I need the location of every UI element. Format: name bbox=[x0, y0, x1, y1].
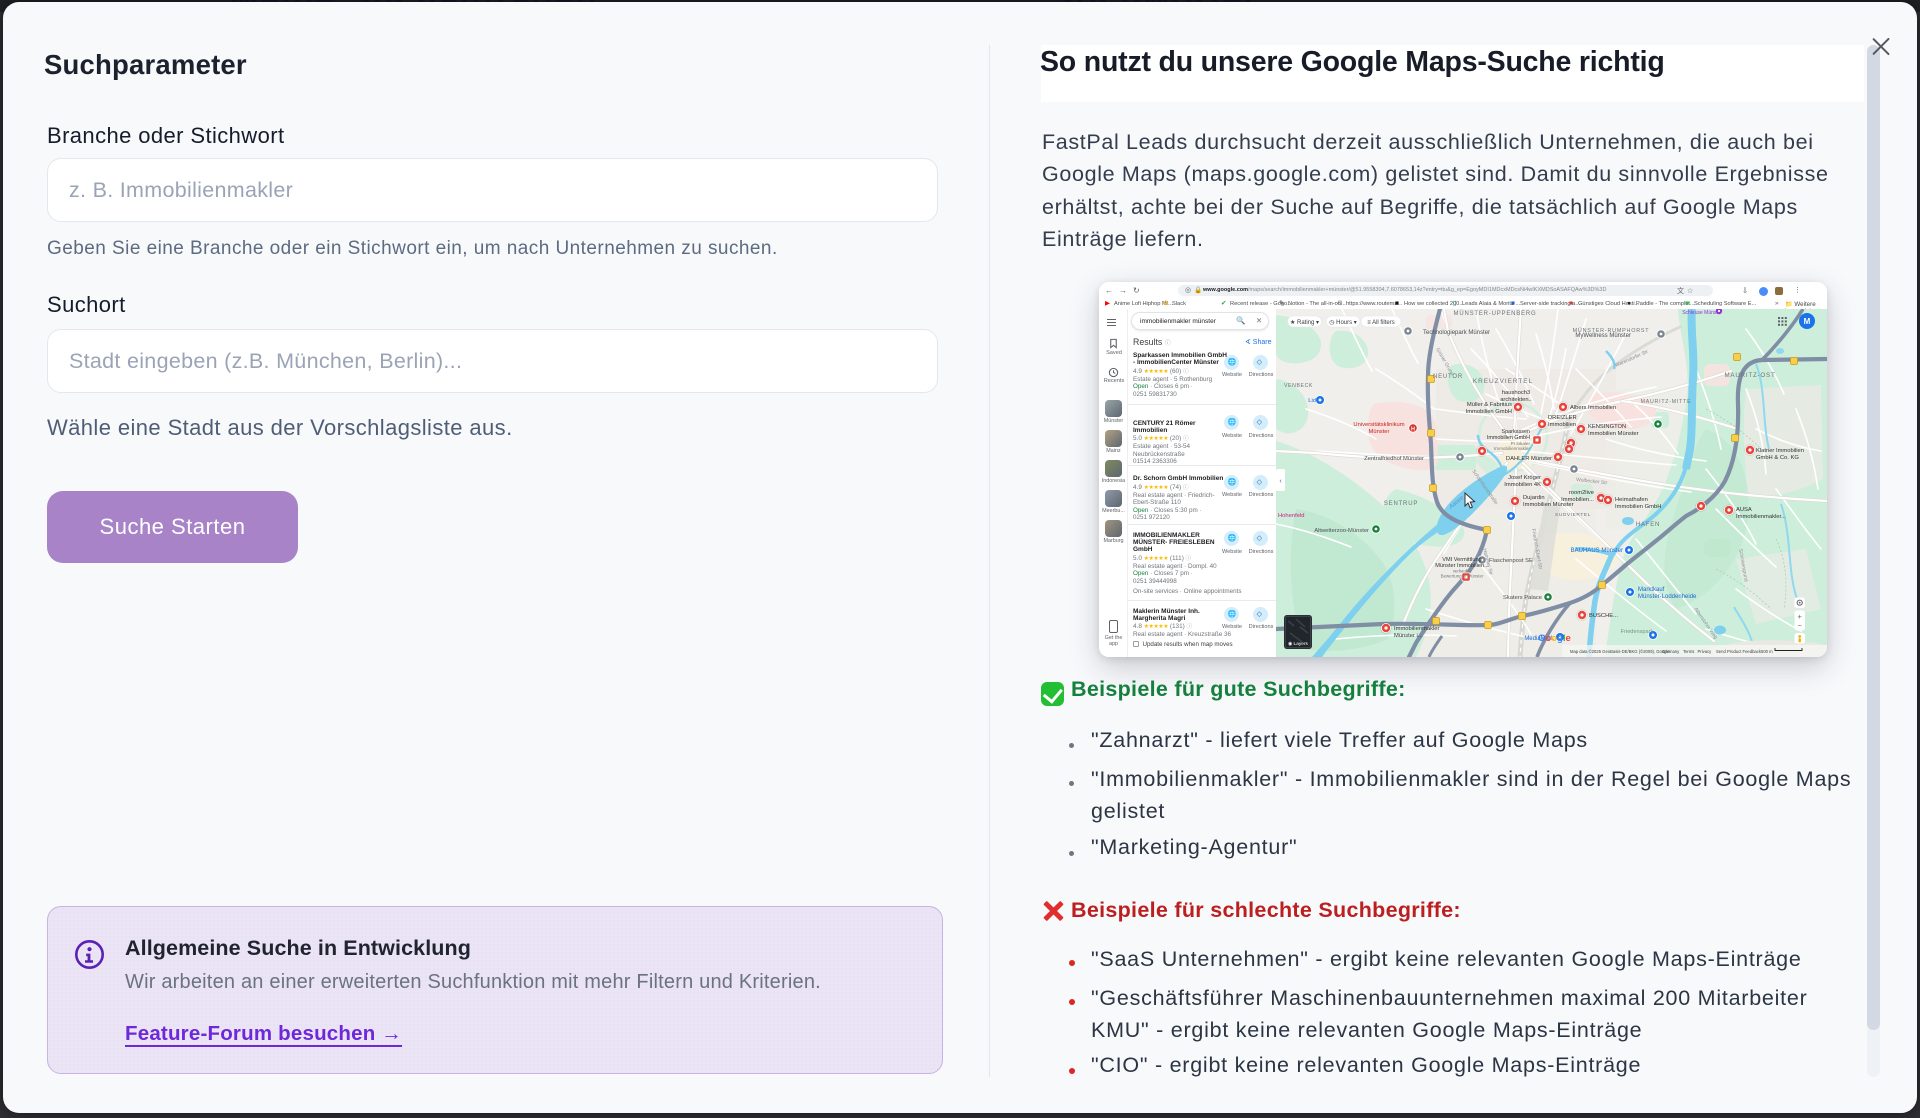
svg-text:BUSCHE...: BUSCHE... bbox=[1589, 613, 1618, 619]
svg-text:◉ Layers: ◉ Layers bbox=[1288, 641, 1309, 647]
svg-text:Technologiepark Münster: Technologiepark Münster bbox=[1423, 330, 1490, 336]
svg-text:SUDVIERTEL: SUDVIERTEL bbox=[1555, 512, 1591, 518]
svg-text:Hohenfeld: Hohenfeld bbox=[1278, 513, 1304, 519]
svg-text:KREUZVIERTEL: KREUZVIERTEL bbox=[1473, 378, 1533, 385]
svg-text:Terms: Terms bbox=[1683, 649, 1694, 654]
svg-text:MAURITZ-OST: MAURITZ-OST bbox=[1724, 372, 1775, 379]
svg-text:Send Product Feedback: Send Product Feedback bbox=[1716, 649, 1762, 654]
svg-text:Flaschenpost SE: Flaschenpost SE bbox=[1489, 558, 1533, 564]
svg-text:Albers Immobilien: Albers Immobilien bbox=[1570, 405, 1616, 411]
svg-text:Map data ©2025 GeoBasis-DE/BKG: Map data ©2025 GeoBasis-DE/BKG (©2009), … bbox=[1570, 649, 1670, 654]
svg-text:M: M bbox=[1804, 317, 1811, 326]
svg-text:Klatner Immobilien: Klatner Immobilien bbox=[1756, 448, 1804, 454]
svg-text:Bewertung in Münster: Bewertung in Münster bbox=[1441, 574, 1484, 579]
svg-text:MAURITZ-MITTE: MAURITZ-MITTE bbox=[1641, 399, 1692, 405]
svg-text:AUSA: AUSA bbox=[1736, 507, 1752, 513]
svg-text:+: + bbox=[1798, 612, 1803, 621]
svg-text:Immobilien Münster: Immobilien Münster bbox=[1523, 502, 1574, 508]
svg-text:−: − bbox=[1798, 621, 1803, 630]
svg-text:MyWellness Münster: MyWellness Münster bbox=[1575, 333, 1631, 339]
svg-text:Skaters Palace: Skaters Palace bbox=[1503, 595, 1542, 601]
svg-text:Marktkauf: Marktkauf bbox=[1638, 587, 1665, 593]
svg-text:Immobilien 4K: Immobilien 4K bbox=[1504, 482, 1541, 488]
svg-text:Immobilien GmbH: Immobilien GmbH bbox=[1615, 504, 1661, 510]
svg-text:500 m: 500 m bbox=[1761, 649, 1773, 654]
svg-text:BAUHAUS Münster: BAUHAUS Münster bbox=[1571, 548, 1623, 554]
svg-text:Josef Kröger: Josef Kröger bbox=[1508, 475, 1541, 481]
svg-text:DREIZLER: DREIZLER bbox=[1548, 415, 1577, 421]
svg-text:HAFEN: HAFEN bbox=[1636, 522, 1660, 528]
svg-text:DAHLER Münster: DAHLER Münster bbox=[1506, 456, 1552, 462]
svg-text:Schleuse Münst: Schleuse Münst bbox=[1682, 310, 1718, 316]
svg-text:NEUTOR: NEUTOR bbox=[1433, 374, 1463, 380]
svg-text:Privacy: Privacy bbox=[1698, 649, 1713, 654]
svg-text:Altwetterzoo-Münster: Altwetterzoo-Münster bbox=[1314, 528, 1369, 534]
svg-text:Universitätsklinikum: Universitätsklinikum bbox=[1353, 422, 1404, 428]
svg-text:Immobilien: Immobilien bbox=[1548, 422, 1576, 428]
svg-text:Google: Google bbox=[1538, 633, 1571, 644]
svg-text:◷ Hours ▾: ◷ Hours ▾ bbox=[1329, 320, 1357, 326]
svg-text:room2live: room2live bbox=[1569, 490, 1594, 496]
svg-text:Dujardin: Dujardin bbox=[1523, 495, 1545, 501]
svg-text:VENBECK: VENBECK bbox=[1284, 383, 1313, 389]
svg-text:Immobilienmakler: Immobilienmakler bbox=[1494, 446, 1530, 451]
svg-text:H: H bbox=[1411, 426, 1415, 432]
svg-text:Germany: Germany bbox=[1662, 649, 1680, 654]
svg-text:Immobilienmakler: Immobilienmakler bbox=[1394, 626, 1439, 632]
svg-text:KENSINGTON: KENSINGTON bbox=[1588, 424, 1626, 430]
svg-text:Müller & Fabritius: Müller & Fabritius bbox=[1467, 402, 1512, 408]
svg-text:Immobilien Münster: Immobilien Münster bbox=[1588, 431, 1639, 437]
svg-text:Immobilienmakler...: Immobilienmakler... bbox=[1736, 514, 1786, 520]
svg-text:≡ All filters: ≡ All filters bbox=[1367, 320, 1395, 326]
svg-text:Heimathafen: Heimathafen bbox=[1615, 497, 1648, 503]
svg-text:haushoch3: haushoch3 bbox=[1502, 390, 1530, 396]
svg-text:★ Rating ▾: ★ Rating ▾ bbox=[1290, 319, 1319, 326]
svg-text:Immobilien GmbH: Immobilien GmbH bbox=[1466, 409, 1512, 415]
svg-text:Münster-Loddenheide: Münster-Loddenheide bbox=[1638, 594, 1697, 600]
svg-text:Münster i...: Münster i... bbox=[1394, 633, 1423, 639]
svg-text:Friedenspark: Friedenspark bbox=[1621, 629, 1654, 635]
svg-text:MÜNSTER-UPPENBERG: MÜNSTER-UPPENBERG bbox=[1454, 310, 1537, 317]
svg-text:Münster: Münster bbox=[1369, 429, 1390, 435]
svg-text:Lid: Lid bbox=[1308, 398, 1316, 404]
svg-text:GmbH & Co. KG: GmbH & Co. KG bbox=[1756, 455, 1799, 461]
svg-text:SENTRUP: SENTRUP bbox=[1384, 501, 1418, 507]
svg-text:Zentralfriedhof Münster: Zentralfriedhof Münster bbox=[1364, 456, 1424, 462]
